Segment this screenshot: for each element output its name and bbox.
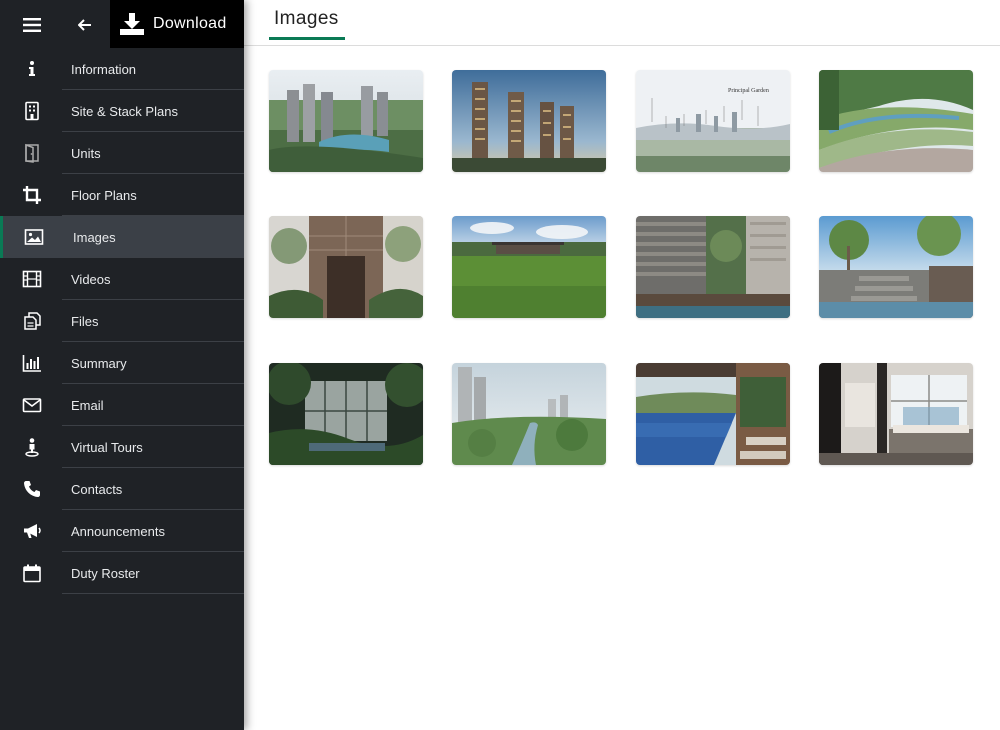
sidebar-item-label: Email [71,397,104,413]
sidebar-item-label: Virtual Tours [71,439,143,455]
image-thumbnail-night-pavilion[interactable] [269,363,423,465]
sidebar-topbar: Download [0,0,244,48]
sidebar-nav: Information Site & Stack Plans Units Flo… [0,48,244,594]
image-thumbnail-riverside-park[interactable] [452,363,606,465]
image-thumbnail-terraced-garden[interactable] [819,70,973,172]
sidebar-item-label: Videos [71,271,111,287]
sidebar-item-label: Contacts [71,481,123,497]
sidebar-item-label: Site & Stack Plans [71,103,178,119]
image-thumbnail-entrance-lobby[interactable] [269,216,423,318]
sidebar-item-units[interactable]: Units [0,132,244,174]
page-header: Images [244,0,1000,46]
image-thumbnail-principal-garden-map[interactable]: Principal Garden [636,70,790,172]
sidebar-item-contacts[interactable]: Contacts [0,468,244,510]
arrow-left-icon[interactable] [68,10,102,40]
sidebar-item-label: Announcements [71,523,165,539]
sidebar-item-label: Information [71,61,137,77]
image-thumbnail-garden-steps[interactable] [819,216,973,318]
download-button[interactable]: Download [110,0,244,48]
door-icon [22,143,42,163]
sidebar-item-label: Floor Plans [71,187,137,203]
hamburger-menu-icon[interactable] [14,10,50,40]
info-icon [22,59,42,79]
sidebar-item-label: Summary [71,355,127,371]
sidebar-item-label: Files [71,313,99,329]
sidebar-item-announcements[interactable]: Announcements [0,510,244,552]
image-thumbnail-aerial-view-towers[interactable] [269,70,423,172]
sidebar-item-duty-roster[interactable]: Duty Roster [0,552,244,594]
sidebar-item-email[interactable]: Email [0,384,244,426]
megaphone-icon [22,521,42,541]
main-content: Images Principal Garden [244,0,1000,730]
sidebar-item-site-stack-plans[interactable]: Site & Stack Plans [0,90,244,132]
film-icon [22,269,42,289]
page-title: Images [274,8,339,29]
sidebar-item-floor-plans[interactable]: Floor Plans [0,174,244,216]
image-thumbnail-stone-wall-courtyard[interactable] [636,216,790,318]
download-label: Download [153,15,227,32]
bar-chart-icon [22,353,42,373]
sidebar-item-label: Images [73,229,116,245]
envelope-icon [22,395,42,415]
building-icon [22,101,42,121]
image-thumbnail-lawn-pavilion[interactable] [452,216,606,318]
image-thumbnail-bedroom-interior[interactable] [819,363,973,465]
sidebar-item-label: Duty Roster [71,565,140,581]
image-thumbnail-lap-pool[interactable] [636,363,790,465]
person-pin-icon [22,437,42,457]
sidebar-item-virtual-tours[interactable]: Virtual Tours [0,426,244,468]
sidebar-item-videos[interactable]: Videos [0,258,244,300]
sidebar-item-images[interactable]: Images [0,216,244,258]
sidebar-item-information[interactable]: Information [0,48,244,90]
image-icon [24,227,44,247]
download-icon [120,13,144,35]
sidebar-item-files[interactable]: Files [0,300,244,342]
files-icon [22,311,42,331]
principal-garden-caption: Principal Garden [728,88,769,94]
phone-icon [22,479,42,499]
sidebar-item-summary[interactable]: Summary [0,342,244,384]
sidebar-item-label: Units [71,145,101,161]
active-tab-indicator [269,37,345,40]
crop-icon [22,185,42,205]
sidebar: Download Information Site & Stack Plans … [0,0,244,730]
calendar-icon [22,563,42,583]
image-thumbnail-towers-dusk[interactable] [452,70,606,172]
